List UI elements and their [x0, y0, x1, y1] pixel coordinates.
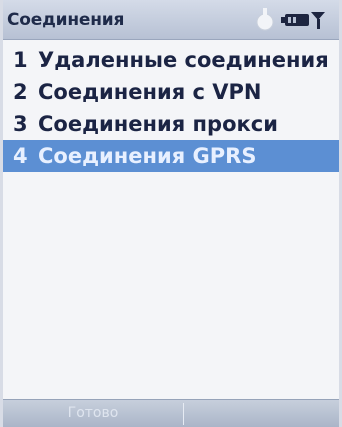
status-icons — [256, 8, 325, 31]
menu-item-number: 1 — [13, 48, 28, 72]
done-softkey[interactable]: Готово — [3, 400, 183, 427]
window-title: Соединения — [7, 10, 125, 30]
softkey-bar: Готово — [3, 399, 339, 427]
menu-item-dialup[interactable]: 1 Удаленные соединения — [3, 44, 339, 76]
menu-item-label: Соединения прокси — [38, 112, 278, 136]
right-softkey[interactable] — [184, 400, 339, 427]
menu-item-vpn[interactable]: 2 Соединения с VPN — [3, 76, 339, 108]
menu-item-gprs[interactable]: 4 Соединения GPRS — [3, 140, 339, 172]
menu-item-label: Удаленные соединения — [38, 48, 329, 72]
battery-icon — [281, 14, 309, 26]
connections-menu: 1 Удаленные соединения 2 Соединения с VP… — [3, 44, 339, 172]
title-bar: Соединения — [3, 0, 339, 40]
menu-item-number: 4 — [13, 144, 28, 168]
menu-item-label: Соединения GPRS — [38, 144, 257, 168]
menu-item-number: 2 — [13, 80, 28, 104]
menu-item-proxy[interactable]: 3 Соединения прокси — [3, 108, 339, 140]
signal-icon — [311, 12, 325, 29]
menu-item-label: Соединения с VPN — [38, 80, 262, 104]
sync-icon — [256, 8, 274, 31]
phone-screen: Соединения 1 Удаленные соединения 2 Соед… — [0, 0, 342, 427]
menu-item-number: 3 — [13, 112, 28, 136]
